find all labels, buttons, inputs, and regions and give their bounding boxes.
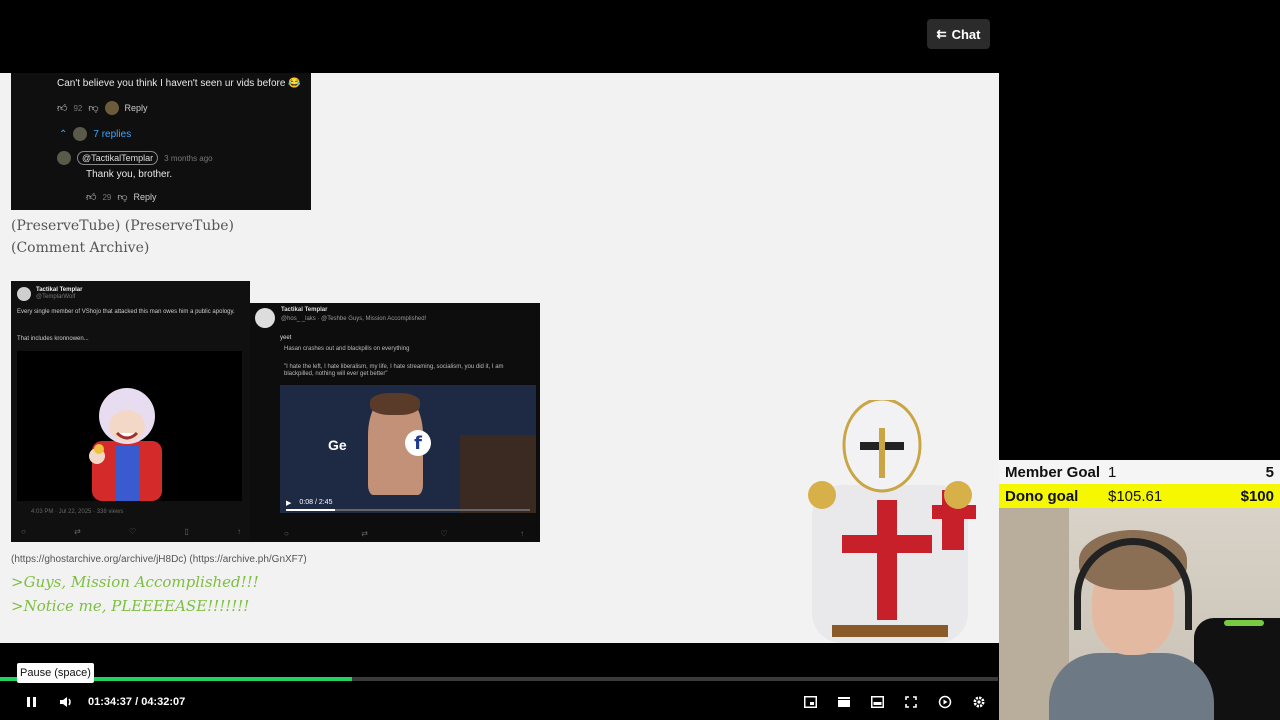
member-goal-bar: Member Goal 1 5: [999, 460, 1280, 484]
comment-archive-link: (Comment Archive): [11, 240, 150, 256]
bookmark-icon: ▯: [184, 527, 189, 536]
tweet-image: [17, 351, 242, 501]
greentext-line-2: >Notice me, PLEEEEASE!!!!!!!: [11, 597, 250, 615]
speaker-hair: [370, 393, 420, 415]
thumbs-up-icon: 👍︎: [86, 192, 97, 203]
playback-time: 01:34:37 / 04:32:07: [88, 696, 186, 708]
miniplayer-button[interactable]: [867, 692, 887, 712]
member-goal-target: 5: [1265, 463, 1274, 481]
reply-author-handle: @TactikalTemplar: [77, 151, 159, 165]
pause-button[interactable]: [22, 692, 42, 712]
stream-stage: Can't believe you think I haven't seen u…: [0, 73, 999, 643]
greentext-line-1: >Guys, Mission Accomplished!!!: [11, 573, 259, 591]
anime-character-image: [89, 388, 162, 501]
gear-icon: [973, 696, 985, 708]
chat-button-label: Chat: [951, 26, 981, 42]
quoted-author: yeet: [280, 335, 292, 341]
tweet-author: Tactikal Templar: [36, 287, 83, 293]
dono-goal-bar: Dono goal $105.61 $100: [999, 484, 1280, 508]
reply-button: Reply: [124, 103, 148, 113]
chevron-up-icon: ⌃: [59, 128, 68, 140]
retweet-icon: ⇄: [361, 529, 368, 538]
templar-knight-icon: [808, 400, 976, 643]
tweet-meta: 4:03 PM · Jul 22, 2025 · 338 views: [31, 509, 124, 515]
chat-list-icon: ⇇: [936, 27, 947, 41]
seek-bar[interactable]: [0, 677, 998, 681]
dono-goal-current: $105.61: [1108, 487, 1163, 505]
tweet-body: Every single member of VShojo that attac…: [17, 309, 235, 315]
comment-icon: ○: [21, 527, 26, 536]
thumbs-down-icon: 👎︎: [117, 192, 128, 203]
fullscreen-icon: [905, 696, 917, 708]
settings-button[interactable]: [969, 692, 989, 712]
member-goal-label: Member Goal: [1005, 463, 1101, 481]
video-controls: ▶ 0:08 / 2:45: [286, 499, 530, 507]
youtube-comment-screenshot: Can't believe you think I haven't seen u…: [11, 73, 311, 210]
like-count: 92: [73, 103, 83, 113]
thumbs-up-icon: 👍︎: [57, 103, 68, 114]
reply-button-2: Reply: [133, 192, 157, 202]
facebook-logo-icon: f: [405, 430, 431, 456]
member-goal-current: 1: [1108, 463, 1117, 481]
tweet-avatar: [255, 308, 275, 328]
reply-text: Thank you, brother.: [86, 169, 173, 180]
reply-avatar: [73, 127, 88, 141]
video-progress: [286, 509, 530, 511]
clip-button[interactable]: [834, 692, 854, 712]
reply-time: 3 months ago: [164, 153, 213, 163]
volume-button[interactable]: [56, 692, 76, 712]
pause-tooltip: Pause (space): [17, 663, 94, 683]
preservetube-links: (PreserveTube) (PreserveTube): [11, 218, 235, 234]
comment-text: Can't believe you think I haven't seen u…: [57, 78, 301, 89]
heart-icon: ♡: [128, 527, 137, 536]
quoted-text-1: Hasan crashes out and blackpills on ever…: [284, 346, 410, 352]
tweet-avatar: [17, 287, 31, 301]
share-icon: ↑: [519, 529, 524, 538]
dono-goal-target: $100: [1240, 487, 1274, 505]
tweet-actions: ○ ⇄ ♡ ▯ ↑: [21, 527, 241, 536]
playback-speed-button[interactable]: [935, 692, 955, 712]
retweet-icon: ⇄: [74, 527, 81, 536]
archive-links: (https://ghostarchive.org/archive/jH8Dc)…: [11, 554, 307, 565]
backdrop-text: Ge: [328, 437, 347, 453]
tweet-screenshot-1: Tactikal Templar @TemplarWolf Every sing…: [11, 281, 250, 542]
tweet-screenshot-2: Tactikal Templar @hos_ _laks · @Teshbe G…: [250, 303, 540, 542]
chair-trim: [1224, 620, 1264, 626]
chat-button[interactable]: ⇇ Chat: [927, 19, 990, 49]
comment-icon: ○: [284, 529, 289, 538]
tweet-actions: ○ ⇄ ♡ ↑: [284, 529, 524, 538]
tweet-author: Tactikal Templar: [281, 307, 328, 313]
embedded-video: Ge f ▶ 0:08 / 2:45: [280, 385, 536, 513]
quoted-text-2: "I hate the left, I hate liberalism, my …: [284, 364, 504, 377]
pause-icon: [27, 697, 36, 707]
tweet-handle: @TemplarWolf: [36, 294, 76, 300]
streamer-body: [1049, 653, 1214, 720]
video-time: 0:08 / 2:45: [299, 499, 333, 506]
tweet-body-2: That includes kronnowen...: [17, 336, 89, 342]
reply-like-count: 29: [102, 192, 112, 202]
thumbs-down-icon: 👎︎: [88, 103, 99, 114]
replies-toggle: 7 replies: [93, 128, 132, 140]
play-icon: ▶: [286, 500, 292, 507]
fullscreen-button[interactable]: [901, 692, 921, 712]
speed-icon: [938, 695, 952, 709]
miniplayer-icon: [870, 696, 884, 708]
tweet-reply-line: @hos_ _laks · @Teshbe Guys, Mission Acco…: [281, 316, 427, 322]
volume-icon: [60, 697, 71, 707]
webcam-feed: [999, 508, 1280, 720]
theater-mode-button[interactable]: [800, 692, 820, 712]
reply-author-avatar: [57, 151, 71, 165]
clapperboard-icon: [838, 697, 850, 707]
dono-goal-label: Dono goal: [1005, 487, 1079, 505]
picture-in-picture-icon: [803, 696, 817, 708]
share-icon: ↑: [237, 527, 241, 536]
heart-icon: ♡: [440, 529, 448, 538]
creator-heart-avatar: [104, 101, 119, 115]
